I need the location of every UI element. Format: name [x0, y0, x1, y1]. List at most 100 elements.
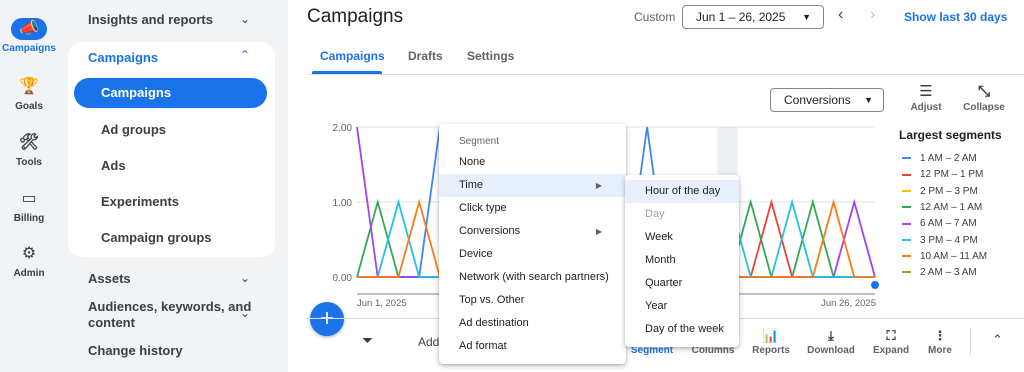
metric-select-value: Conversions — [784, 93, 851, 107]
legend-swatch — [902, 189, 911, 192]
nav-item-ad-groups[interactable]: Ad groups — [101, 122, 166, 137]
rail-item-goals[interactable]: 🏆 Goals — [0, 76, 58, 112]
nav-item-campaigns[interactable]: Campaigns — [74, 78, 267, 108]
nav-item-ads[interactable]: Ads — [101, 158, 126, 173]
rail-label: Admin — [13, 268, 45, 279]
chevron-right-icon: ▶ — [595, 181, 602, 190]
rail-label: Goals — [15, 101, 43, 112]
rail-item-admin[interactable]: ⚙ Admin — [0, 243, 58, 279]
submenu-item-quarter[interactable]: Quarter — [625, 272, 739, 295]
add-fab-button[interactable]: + — [310, 302, 344, 336]
tab-drafts[interactable]: Drafts — [408, 49, 443, 63]
show-last-30-days-link[interactable]: Show last 30 days — [904, 10, 1007, 24]
legend-item[interactable]: 10 AM – 11 AM — [902, 251, 987, 263]
legend-label: 6 AM – 7 AM — [920, 218, 977, 230]
dropdown-arrow-icon: ▼ — [802, 12, 811, 22]
legend-swatch — [902, 173, 911, 176]
legend-item[interactable]: 2 AM – 3 AM — [902, 267, 977, 279]
legend-label: 2 AM – 3 AM — [920, 267, 977, 279]
nav-audiences[interactable]: Audiences, keywords, and — [88, 299, 251, 314]
chevron-up-icon[interactable]: ⌃ — [992, 332, 1003, 348]
menu-item-label: Conversions — [459, 225, 521, 237]
chevron-down-icon[interactable]: ⌄ — [240, 12, 250, 26]
chevron-up-icon[interactable]: ⌃ — [240, 48, 250, 62]
collapse-button[interactable]: ⤡ Collapse — [959, 82, 1009, 113]
legend-label: 3 PM – 4 PM — [920, 234, 978, 246]
legend-label: 2 PM – 3 PM — [920, 185, 978, 197]
menu-item-click-type[interactable]: Click type — [439, 197, 626, 220]
chevron-down-icon[interactable]: ⌄ — [240, 271, 250, 285]
legend-label: 12 AM – 1 AM — [920, 201, 983, 213]
chevron-right-icon[interactable]: › — [870, 6, 875, 24]
legend-item[interactable]: 1 AM – 2 AM — [902, 153, 977, 165]
legend-title: Largest segments — [899, 128, 1002, 142]
collapse-icon: ⤡ — [977, 83, 990, 100]
submenu-item-hour-of-day[interactable]: Hour of the day — [625, 180, 739, 203]
legend-swatch — [902, 238, 911, 241]
submenu-item-day-of-week[interactable]: Day of the week — [625, 318, 739, 341]
chevron-down-icon[interactable]: ⌄ — [240, 306, 250, 320]
nav-item-experiments[interactable]: Experiments — [101, 194, 179, 209]
legend-swatch — [902, 157, 911, 160]
filter-icon[interactable]: ⏷ — [362, 332, 373, 349]
rail-item-billing[interactable]: ▭ Billing — [0, 188, 58, 224]
nav-campaigns-header[interactable]: Campaigns — [88, 50, 158, 65]
time-submenu: Hour of the day Day Week Month Quarter Y… — [625, 175, 739, 347]
add-filter-button[interactable]: Add — [418, 335, 439, 349]
chevron-right-icon: ▶ — [595, 227, 602, 236]
legend-label: 1 AM – 2 AM — [920, 153, 977, 164]
adjust-button[interactable]: ☰ Adjust — [901, 82, 951, 113]
reports-button[interactable]: 📊 Reports — [743, 326, 799, 356]
menu-item-ad-format[interactable]: Ad format — [439, 335, 626, 358]
y-tick-label: 2.00 — [333, 123, 353, 134]
tab-campaigns[interactable]: Campaigns — [320, 49, 385, 63]
trophy-icon: 🏆 — [19, 78, 39, 95]
more-button[interactable]: ⋮ More — [912, 326, 968, 356]
download-button[interactable]: ⤓ Download — [803, 326, 859, 356]
legend-item[interactable]: 6 AM – 7 AM — [902, 218, 977, 230]
nav-insights-reports[interactable]: Insights and reports — [88, 12, 213, 27]
legend-swatch — [902, 255, 911, 258]
submenu-item-week[interactable]: Week — [625, 226, 739, 249]
collapse-label: Collapse — [963, 102, 1005, 113]
tab-settings[interactable]: Settings — [467, 49, 514, 63]
submenu-item-year[interactable]: Year — [625, 295, 739, 318]
x-start-label: Jun 1, 2025 — [357, 298, 407, 309]
menu-item-time[interactable]: Time ▶ — [439, 174, 626, 197]
date-custom-label: Custom — [634, 10, 676, 24]
rail-item-campaigns[interactable]: 📣 Campaigns — [0, 18, 58, 54]
navigation-rail: 📣 Campaigns 🏆 Goals 🛠 Tools ▭ Billing ⚙ … — [0, 0, 58, 372]
menu-item-top-vs-other[interactable]: Top vs. Other — [439, 289, 626, 312]
metric-select[interactable]: Conversions ▼ — [770, 88, 884, 112]
legend-item[interactable]: 12 PM – 1 PM — [902, 169, 983, 181]
toolbar-label: Download — [807, 345, 855, 356]
rail-label: Campaigns — [2, 43, 56, 54]
legend-item[interactable]: 12 AM – 1 AM — [902, 202, 982, 214]
page-title: Campaigns — [307, 6, 404, 27]
date-range-picker[interactable]: Jun 1 – 26, 2025 ▼ — [682, 5, 824, 29]
legend-item[interactable]: 2 PM – 3 PM — [902, 186, 978, 198]
chevron-left-icon[interactable]: ‹ — [838, 6, 843, 24]
legend-label: 12 PM – 1 PM — [920, 169, 984, 181]
menu-item-none[interactable]: None — [439, 151, 626, 174]
legend-label: 10 AM – 11 AM — [920, 250, 988, 262]
nav-change-history[interactable]: Change history — [88, 343, 183, 358]
rail-item-tools[interactable]: 🛠 Tools — [0, 132, 58, 168]
menu-item-network[interactable]: Network (with search partners) — [439, 266, 626, 289]
menu-item-ad-destination[interactable]: Ad destination — [439, 312, 626, 335]
nav-assets[interactable]: Assets — [88, 271, 131, 286]
x-range-handle — [871, 281, 879, 289]
legend-swatch — [902, 222, 911, 225]
legend-item[interactable]: 3 PM – 4 PM — [902, 235, 978, 247]
segment-menu: Segment None Time ▶ Click type Conversio… — [439, 124, 626, 364]
expand-button[interactable]: ⛶ Expand — [863, 326, 919, 356]
nav-item-campaign-groups[interactable]: Campaign groups — [101, 230, 212, 245]
nav-audiences-line2[interactable]: content — [88, 315, 135, 330]
menu-item-device[interactable]: Device — [439, 243, 626, 266]
submenu-item-month[interactable]: Month — [625, 249, 739, 272]
toolbar-label: Expand — [872, 345, 910, 356]
expand-icon: ⛶ — [886, 328, 896, 343]
nav-panel: Insights and reports ⌄ Campaigns ⌃ Campa… — [58, 0, 288, 372]
menu-item-conversions[interactable]: Conversions ▶ — [439, 220, 626, 243]
rail-label: Tools — [16, 157, 42, 168]
